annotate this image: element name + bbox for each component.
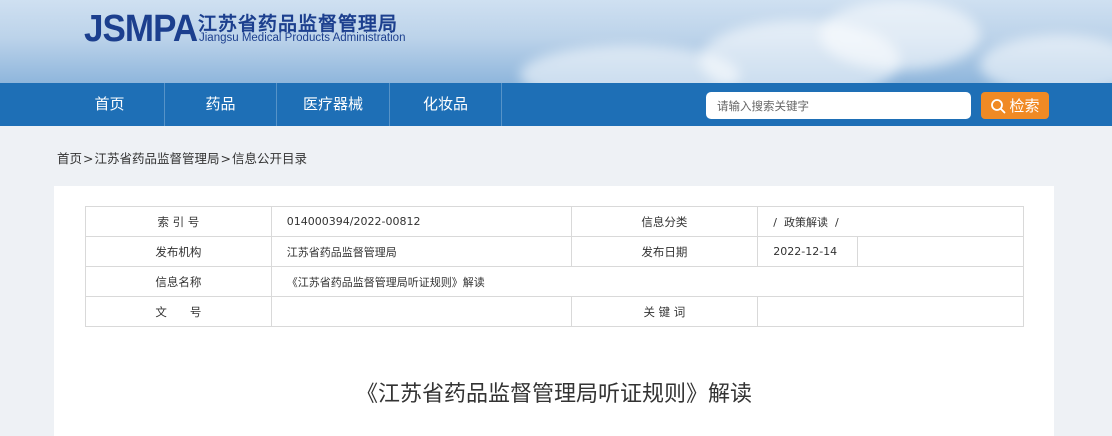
category-label: 信息分类 [570,206,759,237]
category-value: / 政策解读 / [757,206,1024,237]
header-banner: JSMPA 江苏省药品监督管理局 Jiangsu Medical Product… [0,0,1112,83]
breadcrumb-separator: > [220,151,231,166]
search-button[interactable]: 检索 [981,92,1049,119]
breadcrumb-org[interactable]: 江苏省药品监督管理局 [95,151,220,166]
publisher-value: 江苏省药品监督管理局 [270,236,572,267]
nav-item-drugs[interactable]: 药品 [165,83,277,126]
search-input[interactable] [706,92,971,119]
docno-label: 文 号 [85,296,272,327]
date-value: 2022-12-14 [757,236,859,267]
breadcrumb: 首页>江苏省药品监督管理局>信息公开目录 [57,148,307,167]
org-name-en: Jiangsu Medical Products Administration [199,32,406,44]
docno-value [270,296,572,327]
table-row: 文 号 关 键 词 [85,296,1024,327]
date-label: 发布日期 [570,236,759,267]
search-button-label: 检索 [1009,97,1040,115]
nav-item-devices[interactable]: 医疗器械 [277,83,390,126]
site-logo[interactable]: JSMPA [84,8,198,51]
nav-item-home[interactable]: 首页 [55,83,165,126]
nav-item-cosmetics[interactable]: 化妆品 [390,83,502,126]
index-label: 索 引 号 [85,206,272,237]
search-icon [991,98,1006,113]
info-metadata-table: 索 引 号 014000394/2022-00812 信息分类 / 政策解读 /… [85,206,1025,327]
name-value: 《江苏省药品监督管理局听证规则》解读 [270,266,1025,297]
table-row: 索 引 号 014000394/2022-00812 信息分类 / 政策解读 / [85,206,1024,237]
article-title: 《江苏省药品监督管理局听证规则》解读 [355,382,752,407]
empty-cell [857,236,1024,267]
publisher-label: 发布机构 [85,236,272,267]
name-label: 信息名称 [85,266,272,297]
keywords-value [757,296,1024,327]
breadcrumb-home[interactable]: 首页 [57,151,82,166]
table-row: 发布机构 江苏省药品监督管理局 发布日期 2022-12-14 [85,236,1024,267]
breadcrumb-separator: > [83,151,94,166]
keywords-label: 关 键 词 [570,296,759,327]
table-row: 信息名称 《江苏省药品监督管理局听证规则》解读 [85,266,1025,297]
breadcrumb-catalog[interactable]: 信息公开目录 [232,151,307,166]
index-value: 014000394/2022-00812 [270,206,572,237]
